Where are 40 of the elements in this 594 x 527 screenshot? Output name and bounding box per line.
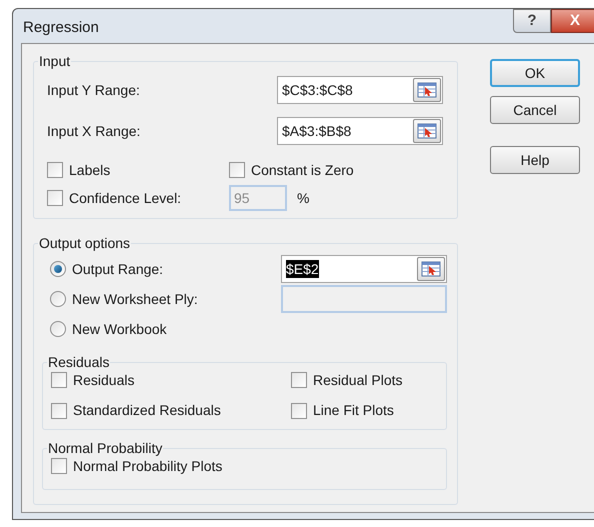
checkbox[interactable] <box>47 190 63 206</box>
range-select-icon <box>417 123 437 139</box>
range-field[interactable]: $A$3:$B$8 <box>277 117 443 145</box>
range-select-icon <box>417 82 437 98</box>
checkbox-label: Confidence Level: <box>69 188 182 208</box>
help-button[interactable]: ? <box>513 9 551 33</box>
percent-label: % <box>297 188 310 208</box>
dialog-button[interactable]: OK <box>490 59 580 87</box>
checkbox-label: Residuals <box>73 370 134 390</box>
radio-label: New Workbook <box>72 320 167 338</box>
range-select-button[interactable] <box>413 78 441 102</box>
checkbox-label: Labels <box>69 160 110 180</box>
radio-button[interactable] <box>50 291 66 307</box>
checkbox[interactable] <box>51 402 67 418</box>
checkbox[interactable] <box>51 372 67 388</box>
range-field[interactable]: $C$3:$C$8 <box>277 76 443 104</box>
checkbox[interactable] <box>291 402 307 418</box>
window-title: Regression <box>23 18 99 38</box>
radio-button[interactable] <box>50 321 66 337</box>
field-label: Input Y Range: <box>47 80 140 100</box>
range-select-button[interactable] <box>413 119 441 143</box>
checkbox[interactable] <box>291 372 307 388</box>
checkbox-label: Constant is Zero <box>251 160 354 180</box>
radio-button[interactable] <box>50 261 66 277</box>
range-select-button[interactable] <box>417 257 445 281</box>
dialog-button[interactable]: Cancel <box>490 96 580 124</box>
dialog-button[interactable]: Help <box>490 146 580 174</box>
range-select-icon <box>421 261 441 277</box>
checkbox[interactable] <box>47 162 63 178</box>
sheet-name-field[interactable] <box>281 285 447 313</box>
checkbox[interactable] <box>51 458 67 474</box>
checkbox-label: Line Fit Plots <box>313 401 394 420</box>
checkbox-label: Standardized Residuals <box>73 401 221 420</box>
checkbox[interactable] <box>229 162 245 178</box>
range-field[interactable]: $E$2 <box>281 255 447 283</box>
checkbox-label: Residual Plots <box>313 370 402 390</box>
field-label: Input X Range: <box>47 122 140 141</box>
checkbox-label: Normal Probability Plots <box>73 456 222 476</box>
radio-label: New Worksheet Ply: <box>72 290 198 309</box>
radio-label: Output Range: <box>72 260 164 279</box>
